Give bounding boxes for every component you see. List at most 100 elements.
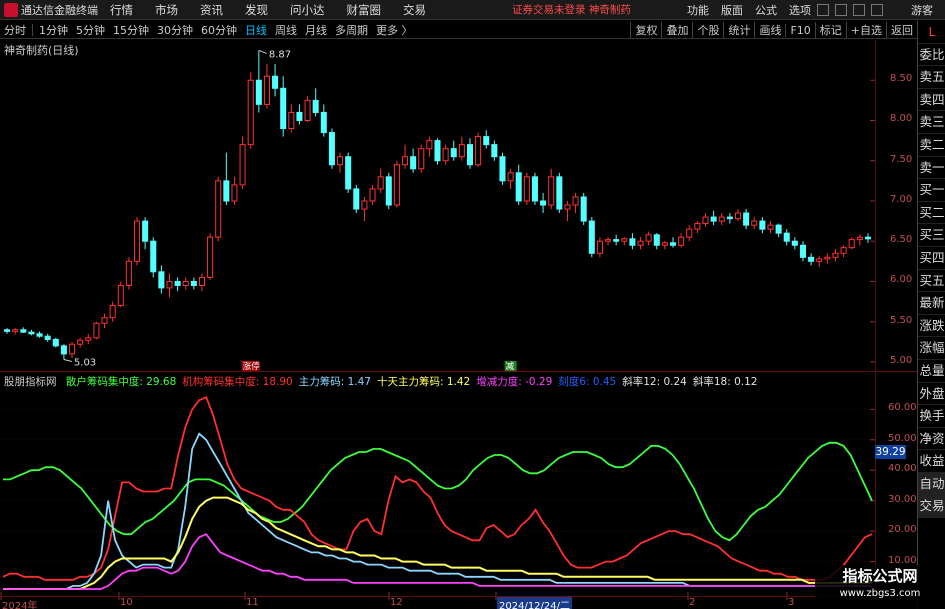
chart-canvas[interactable]: 8.875.03 涨停减	[0, 0, 945, 609]
candle-body	[824, 256, 831, 260]
indicator-tick-label: 10.00	[888, 554, 917, 566]
candle-body	[36, 333, 43, 337]
high-marker-line	[258, 49, 268, 54]
candle-body	[726, 216, 733, 220]
candle-body	[645, 234, 652, 242]
legend-item: 增减力度: -0.29	[476, 376, 553, 388]
candle-body	[93, 322, 100, 339]
candle-body	[182, 280, 189, 286]
candle-body	[751, 220, 758, 226]
date-axis-label: 2	[689, 597, 696, 608]
candle-body	[434, 140, 441, 162]
price-tick-label: 6.00	[890, 274, 913, 286]
candle-body	[20, 329, 27, 333]
candle-body	[637, 240, 644, 246]
candle-body	[109, 305, 116, 319]
indicator-name: 股朋指标网	[4, 376, 57, 388]
candle-body	[85, 337, 92, 341]
date-axis-cursor-label: 2024/12/24/二	[497, 597, 573, 609]
candle-body	[466, 144, 474, 166]
candle-body	[653, 234, 660, 246]
candle-body	[247, 79, 254, 146]
candle-body	[580, 196, 587, 222]
candle-body	[52, 338, 59, 347]
candle-body	[710, 216, 717, 222]
candle-body	[337, 156, 344, 166]
candle-body	[44, 335, 51, 340]
candle-body	[661, 242, 668, 246]
candle-body	[564, 204, 571, 210]
candle-body	[166, 280, 173, 289]
candle-body	[125, 260, 132, 286]
legend-item: 散户筹码集中度: 29.68	[65, 376, 177, 388]
price-tick-label: 5.50	[890, 314, 913, 326]
watermark-url: www.zbgs3.com	[839, 588, 921, 599]
candle-body	[255, 79, 262, 105]
pane-divider[interactable]	[0, 371, 917, 372]
candle-body	[775, 224, 782, 234]
indicator-value-badge: 39.29	[875, 445, 906, 459]
candle-body	[426, 140, 433, 150]
indicator-tick-label: 40.00	[888, 463, 917, 475]
date-axis-label: 10	[120, 597, 133, 608]
candle-body	[377, 176, 384, 190]
price-tick-label: 8.50	[890, 73, 913, 85]
candle-body	[808, 256, 815, 262]
candle-body	[393, 164, 400, 206]
legend-item: 斜率12: 0.24	[622, 376, 687, 388]
candle-body	[69, 343, 76, 355]
candle-body	[743, 212, 750, 226]
candle-body	[142, 220, 149, 242]
candle-body	[670, 242, 677, 246]
candle-body	[767, 224, 774, 230]
date-axis-label: 11	[246, 597, 259, 608]
indicator-line-series	[3, 441, 873, 542]
candle-body	[263, 75, 270, 105]
watermark-title: 指标公式网	[842, 567, 918, 585]
indicator-legend: 股朋指标网 散户筹码集中度: 29.68 机构筹码集中度: 18.90 主力筹码: …	[4, 374, 763, 389]
price-chart-title: 神奇制药(日线)	[4, 44, 79, 57]
candle-body	[101, 317, 108, 324]
candle-body	[312, 99, 319, 113]
price-tick-label: 5.00	[890, 354, 913, 366]
candle-body	[596, 240, 603, 254]
low-marker-line	[63, 359, 73, 363]
candle-body	[215, 180, 222, 238]
candle-body	[77, 339, 84, 345]
price-axis: 8.50 8.00 7.50 7.00 6.50 6.00 5.50 5.00	[875, 40, 917, 370]
candle-body	[475, 136, 482, 166]
candle-body	[296, 111, 303, 121]
candle-body	[288, 111, 295, 130]
candle-body	[410, 156, 417, 170]
indicator-tick-label: 50.00	[888, 432, 917, 444]
candle-body	[759, 220, 766, 230]
candle-body	[556, 176, 563, 210]
watermark: 指标公式网 www.zbgs3.com	[815, 565, 945, 609]
candle-body	[4, 329, 11, 332]
candle-body	[198, 276, 205, 286]
legend-item: 刻度6: 0.45	[558, 376, 617, 388]
candle-body	[174, 280, 181, 286]
candle-body	[223, 180, 230, 202]
legend-item: 斜率18: 0.12	[692, 376, 758, 388]
candle-body	[450, 148, 457, 158]
candle-body	[320, 111, 327, 134]
candle-body	[483, 136, 490, 146]
candle-body	[280, 87, 287, 130]
date-axis: 2024年 10 11 12 2024/12/24/二 2 3	[0, 596, 917, 609]
price-tick-label: 7.50	[890, 153, 913, 165]
candle-body	[629, 238, 636, 246]
date-axis-label: 12	[390, 597, 403, 608]
candle-body	[613, 239, 620, 242]
candle-body	[678, 236, 685, 246]
candle-body	[304, 99, 311, 121]
high-price-label: 8.87	[269, 49, 291, 60]
candle-body	[540, 200, 547, 206]
candle-body	[686, 228, 693, 238]
price-tick-label: 6.50	[890, 234, 913, 246]
candle-body	[799, 244, 806, 258]
candle-body	[345, 156, 352, 190]
candle-body	[231, 184, 238, 202]
candle-body	[588, 220, 595, 254]
candle-body	[856, 236, 863, 241]
